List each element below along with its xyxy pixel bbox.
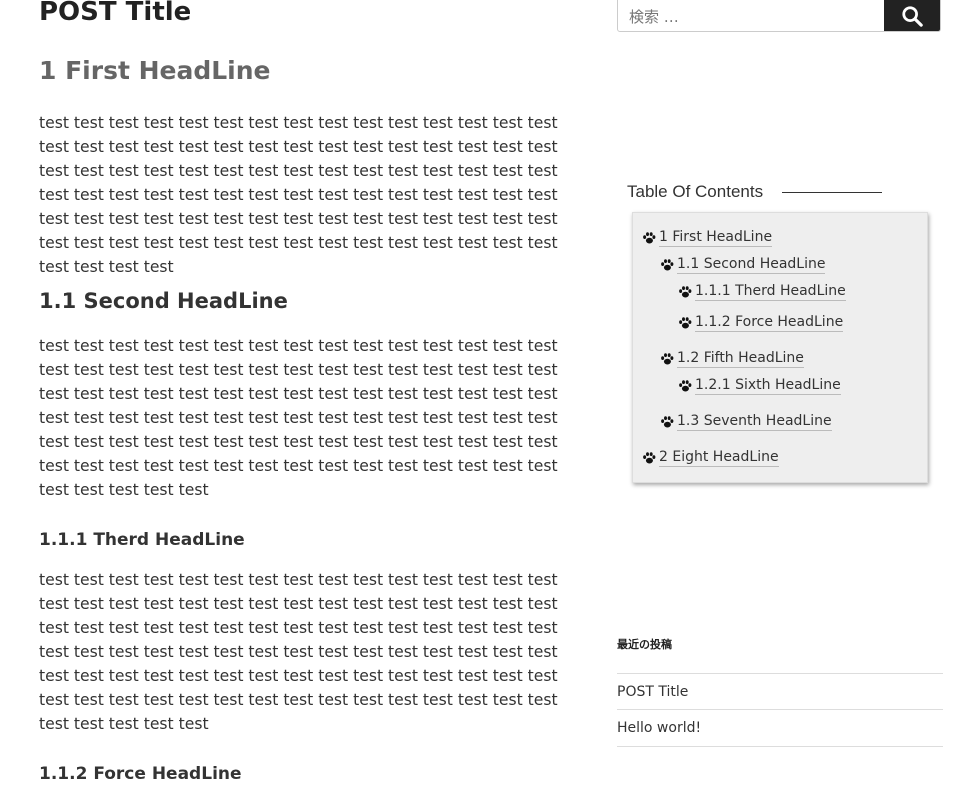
paw-icon: [643, 452, 656, 464]
list-item: Hello world!: [617, 709, 943, 747]
section-body-1-1-1: test test test test test test test test …: [39, 571, 558, 733]
recent-posts-list: POST Title Hello world!: [617, 673, 943, 747]
paw-icon: [679, 380, 692, 392]
search-icon: [902, 5, 923, 27]
toc-link-1[interactable]: 1 First HeadLine: [659, 229, 773, 247]
toc-item-2: 2 Eight HeadLine: [642, 449, 779, 467]
paw-icon: [661, 416, 674, 428]
toc-link-2[interactable]: 2 Eight HeadLine: [659, 449, 779, 467]
search-form: [617, 0, 941, 32]
recent-post-link[interactable]: Hello world!: [617, 720, 701, 736]
section-heading-1-1-1: 1.1.1 Therd HeadLine: [39, 530, 245, 550]
paw-icon: [661, 353, 674, 365]
list-item: POST Title: [617, 673, 943, 709]
toc-link-1-2[interactable]: 1.2 Fifth HeadLine: [677, 350, 804, 368]
section-heading-1: 1 First HeadLine: [39, 56, 271, 85]
table-of-contents: 1 First HeadLine 1.1 Second HeadLine 1.1…: [632, 212, 928, 483]
section-body-1: test test test test test test test test …: [39, 114, 558, 276]
toc-item-1-2: 1.2 Fifth HeadLine: [660, 350, 804, 368]
paw-icon: [661, 259, 674, 271]
paw-icon: [679, 286, 692, 298]
toc-item-1: 1 First HeadLine: [642, 229, 773, 247]
paw-icon: [643, 232, 656, 244]
toc-link-1-1[interactable]: 1.1 Second HeadLine: [677, 256, 826, 274]
toc-title: Table Of Contents: [627, 182, 764, 201]
section-body-1-1: test test test test test test test test …: [39, 337, 558, 499]
toc-item-1-3: 1.3 Seventh HeadLine: [660, 413, 832, 431]
post-title: POST Title: [39, 0, 192, 27]
recent-posts-heading: 最近の投稿: [617, 638, 672, 651]
search-button[interactable]: [884, 0, 940, 31]
search-input[interactable]: [618, 0, 884, 31]
toc-link-1-3[interactable]: 1.3 Seventh HeadLine: [677, 413, 832, 431]
toc-link-1-2-1[interactable]: 1.2.1 Sixth HeadLine: [695, 377, 841, 395]
toc-item-1-1: 1.1 Second HeadLine: [660, 256, 826, 274]
toc-item-1-2-1: 1.2.1 Sixth HeadLine: [678, 377, 841, 395]
section-heading-1-1: 1.1 Second HeadLine: [39, 289, 288, 313]
paw-icon: [679, 317, 692, 329]
toc-title-divider: [782, 192, 882, 193]
toc-item-1-1-2: 1.1.2 Force HeadLine: [678, 314, 844, 332]
toc-item-1-1-1: 1.1.1 Therd HeadLine: [678, 283, 846, 301]
toc-link-1-1-1[interactable]: 1.1.1 Therd HeadLine: [695, 283, 846, 301]
recent-post-link[interactable]: POST Title: [617, 684, 688, 700]
section-heading-1-1-2: 1.1.2 Force HeadLine: [39, 764, 242, 784]
toc-link-1-1-2[interactable]: 1.1.2 Force HeadLine: [695, 314, 844, 332]
